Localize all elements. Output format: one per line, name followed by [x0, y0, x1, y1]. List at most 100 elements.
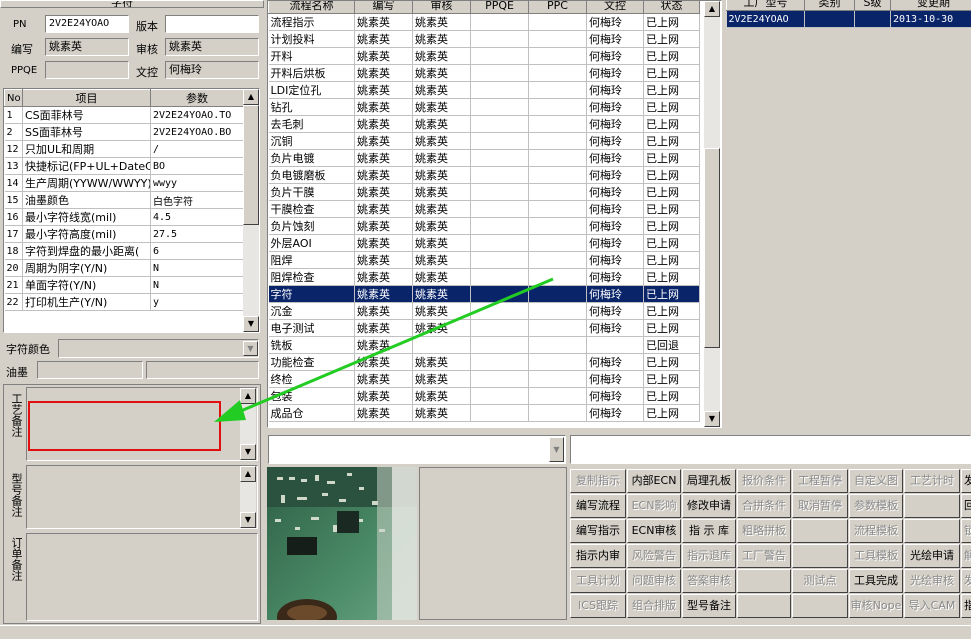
action-button[interactable]: 流程模板: [849, 519, 903, 543]
search-field[interactable]: [570, 435, 971, 464]
process-row[interactable]: 包装 姚素英 姚素英 何梅玲 已上网: [268, 387, 700, 405]
process-header-6[interactable]: 状态: [643, 1, 700, 14]
model-header-0[interactable]: 工厂型号: [726, 0, 805, 11]
action-button[interactable]: 指示退库: [682, 544, 736, 568]
process-grid[interactable]: 流程名称 编写 审核 PPQE PPC 文控 状态 流程指示 姚素英 姚素英 何梅玲 已上网 计划投料…: [267, 0, 722, 428]
action-button[interactable]: 工具模板: [849, 544, 903, 568]
param-row[interactable]: 18 字符到焊盘的最小距离(6: [4, 242, 244, 260]
process-header-1[interactable]: 编写: [354, 1, 413, 14]
process-row[interactable]: 功能检查 姚素英 姚素英 何梅玲 已上网: [268, 353, 700, 371]
scroll-thumb[interactable]: [704, 148, 720, 348]
reviewer-field[interactable]: 姚素英: [165, 38, 259, 56]
scroll-up-icon[interactable]: ▲: [240, 466, 256, 482]
action-button[interactable]: 风险警告: [627, 544, 681, 568]
action-button[interactable]: ECN审核: [627, 519, 681, 543]
writer-field[interactable]: 姚素英: [45, 38, 129, 56]
scroll-down-icon[interactable]: ▼: [240, 512, 256, 528]
action-button[interactable]: 内部ECN: [627, 469, 681, 493]
action-button[interactable]: 回: [961, 494, 971, 518]
scroll-up-icon[interactable]: ▲: [243, 89, 259, 105]
doc-control-field[interactable]: 何梅玲: [165, 61, 259, 79]
param-row[interactable]: 14 生产周期(YYWW/WWYY) wwyy: [4, 174, 244, 192]
model-grid[interactable]: 工厂型号 类别 S级 变更期 2V2E24YOAO 2013-10-30: [726, 0, 971, 428]
order-note-field[interactable]: [26, 533, 258, 621]
action-button[interactable]: ICS跟踪: [570, 594, 626, 618]
scroll-down-icon[interactable]: ▼: [704, 411, 720, 427]
action-button[interactable]: 发: [961, 469, 971, 493]
model-header-1[interactable]: 类别: [804, 0, 855, 11]
model-row[interactable]: 2V2E24YOAO 2013-10-30: [726, 10, 971, 28]
action-button[interactable]: 取消暂停: [792, 494, 848, 518]
process-row[interactable]: 开料后烘板 姚素英 姚素英 何梅玲 已上网: [268, 64, 700, 82]
action-button[interactable]: 编写流程: [570, 494, 626, 518]
param-scrollbar[interactable]: ▲ ▼: [243, 89, 259, 332]
model-header-2[interactable]: S级: [854, 0, 891, 11]
action-button[interactable]: [737, 594, 791, 618]
ink-field-1[interactable]: [37, 361, 143, 379]
action-button[interactable]: [792, 594, 848, 618]
process-row[interactable]: 干膜检查 姚素英 姚素英 何梅玲 已上网: [268, 200, 700, 218]
process-row[interactable]: 沉金 姚素英 姚素英 何梅玲 已上网: [268, 302, 700, 320]
action-button[interactable]: 报价条件: [737, 469, 791, 493]
action-button[interactable]: [904, 519, 960, 543]
action-button[interactable]: 自定义图: [849, 469, 903, 493]
param-row[interactable]: 13 快捷标记(FP+UL+DateCo BO: [4, 157, 244, 175]
action-button[interactable]: 修改申请: [682, 494, 736, 518]
param-header-item[interactable]: 项目: [22, 89, 151, 107]
process-row[interactable]: 计划投料 姚素英 姚素英 何梅玲 已上网: [268, 30, 700, 48]
scroll-down-icon[interactable]: ▼: [240, 444, 256, 460]
process-header-2[interactable]: 审核: [412, 1, 471, 14]
action-button[interactable]: 发: [961, 569, 971, 593]
process-row[interactable]: 沉铜 姚素英 姚素英 何梅玲 已上网: [268, 132, 700, 150]
action-button[interactable]: 组合排版: [627, 594, 681, 618]
param-grid[interactable]: No 项目 参数 1 CS面菲林号 2V2E24YOAO.TO 2 SS面菲林号 2V2E…: [3, 88, 260, 333]
process-row[interactable]: 电子测试 姚素英 姚素英 何梅玲 已上网: [268, 319, 700, 337]
model-note-field[interactable]: [26, 465, 258, 529]
filter-combo[interactable]: ▼: [268, 435, 566, 464]
param-row[interactable]: 16 最小字符线宽(mil) 4.5: [4, 208, 244, 226]
model-header-3[interactable]: 变更期: [890, 0, 971, 11]
action-button[interactable]: [792, 544, 848, 568]
action-button[interactable]: 复制指示: [570, 469, 626, 493]
process-row[interactable]: 负片干膜 姚素英 姚素英 何梅玲 已上网: [268, 183, 700, 201]
scroll-up-icon[interactable]: ▲: [704, 1, 720, 17]
action-button[interactable]: [904, 494, 960, 518]
param-row[interactable]: 22 打印机生产(Y/N) y: [4, 293, 244, 311]
action-button[interactable]: 测试点: [792, 569, 848, 593]
process-row[interactable]: 阻焊检查 姚素英 姚素英 何梅玲 已上网: [268, 268, 700, 286]
param-row[interactable]: 20 周期为阴字(Y/N) N: [4, 259, 244, 277]
process-note-scrollbar[interactable]: ▲ ▼: [240, 388, 256, 460]
action-button[interactable]: 工具计划: [570, 569, 626, 593]
action-button[interactable]: 审核Nope: [849, 594, 903, 618]
process-row[interactable]: 铣板 姚素英 已回退: [268, 336, 700, 354]
action-button[interactable]: 工程暂停: [792, 469, 848, 493]
action-button[interactable]: 指: [961, 594, 971, 618]
action-button[interactable]: 光绘申请: [904, 544, 960, 568]
combo-dropdown-icon[interactable]: ▼: [549, 437, 564, 462]
process-row[interactable]: 阻焊 姚素英 姚素英 何梅玲 已上网: [268, 251, 700, 269]
action-button[interactable]: 工具完成: [849, 569, 903, 593]
process-row[interactable]: 钻孔 姚素英 姚素英 何梅玲 已上网: [268, 98, 700, 116]
process-row[interactable]: LDI定位孔 姚素英 姚素英 何梅玲 已上网: [268, 81, 700, 99]
action-button[interactable]: 指 示 库: [682, 519, 736, 543]
param-row[interactable]: 21 单面字符(Y/N) N: [4, 276, 244, 294]
pn-field[interactable]: 2V2E24YOAO: [45, 15, 129, 33]
param-row[interactable]: 1 CS面菲林号 2V2E24YOAO.TO: [4, 106, 244, 124]
param-row[interactable]: 12 只加UL和周期 /: [4, 140, 244, 158]
process-row[interactable]: 去毛刺 姚素英 姚素英 何梅玲 已上网: [268, 115, 700, 133]
ppqe-field[interactable]: [45, 61, 129, 79]
action-button[interactable]: [737, 569, 791, 593]
action-button[interactable]: 工厂警告: [737, 544, 791, 568]
action-button[interactable]: 参数模板: [849, 494, 903, 518]
param-row[interactable]: 17 最小字符高度(mil) 27.5: [4, 225, 244, 243]
action-button[interactable]: 粗略拼板: [737, 519, 791, 543]
process-header-3[interactable]: PPQE: [470, 1, 529, 14]
action-button[interactable]: 解: [961, 544, 971, 568]
ink-field-2[interactable]: [146, 361, 259, 379]
param-header-value[interactable]: 参数: [150, 89, 244, 107]
process-row[interactable]: 负片电镀 姚素英 姚素英 何梅玲 已上网: [268, 149, 700, 167]
action-button[interactable]: 锁: [961, 519, 971, 543]
process-header-0[interactable]: 流程名称: [268, 1, 355, 14]
param-row[interactable]: 15 油墨颜色 白色字符: [4, 191, 244, 209]
version-field[interactable]: [165, 15, 259, 33]
